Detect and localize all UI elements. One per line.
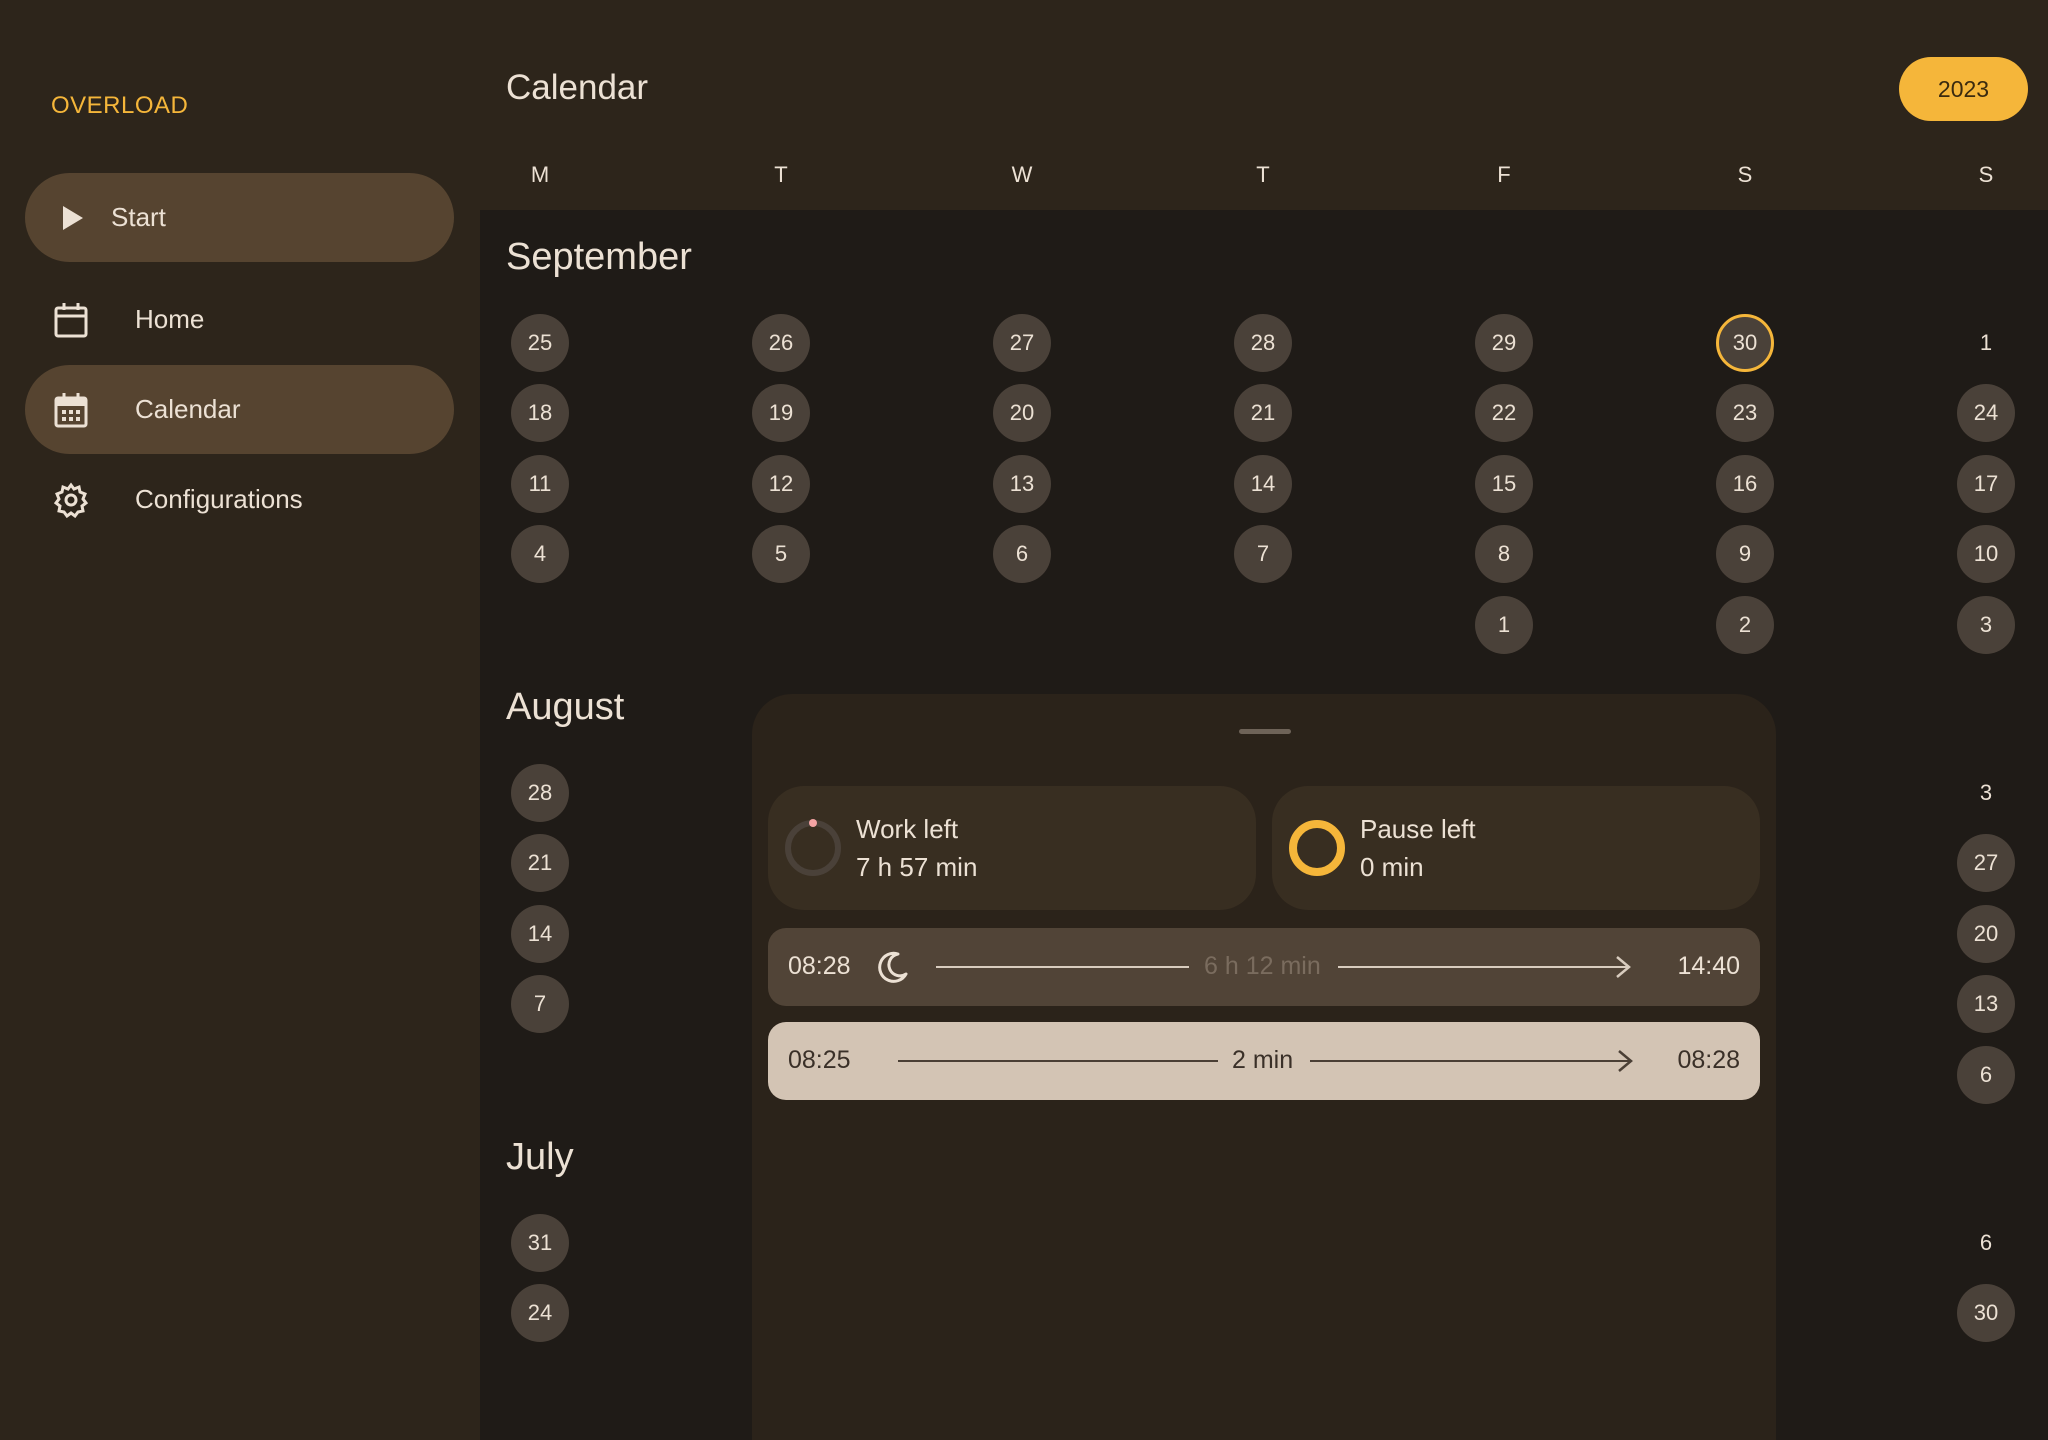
sidebar: OVERLOAD Start Home Calendar Configurati… [0, 0, 480, 1440]
start-button-label: Start [111, 202, 166, 232]
calendar-header: Calendar 2023 M T W T F S S [480, 0, 2048, 210]
sidebar-item-calendar[interactable]: Calendar [25, 365, 454, 454]
duration-line [1310, 1060, 1630, 1062]
duration-line [936, 966, 1189, 968]
day-cell[interactable]: 5 [752, 525, 810, 583]
day-cell[interactable]: 23 [1716, 384, 1774, 442]
year-selector[interactable]: 2023 [1899, 57, 2028, 121]
gear-icon [53, 482, 89, 518]
duration-line [898, 1060, 1218, 1062]
day-cell[interactable]: 26 [752, 314, 810, 372]
work-left-value: 7 h 57 min [856, 852, 978, 882]
day-cell[interactable]: 29 [1475, 314, 1533, 372]
pause-entry-start: 08:25 [788, 1046, 851, 1074]
day-cell[interactable]: 24 [511, 1284, 569, 1342]
day-cell[interactable]: 6 [993, 525, 1051, 583]
work-progress-ring-icon [785, 819, 841, 876]
day-cell[interactable]: 30 [1957, 1284, 2015, 1342]
day-cell[interactable]: 6 [1957, 1214, 2015, 1272]
day-cell[interactable]: 14 [511, 905, 569, 963]
work-entry[interactable]: 08:28 6 h 12 min 14:40 [768, 928, 1760, 1006]
day-cell[interactable]: 25 [511, 314, 569, 372]
sidebar-item-label: Home [135, 304, 205, 334]
app-brand: OVERLOAD [51, 92, 189, 119]
day-cell[interactable]: 27 [1957, 834, 2015, 892]
pause-left-title: Pause left [1360, 814, 1476, 844]
day-cell[interactable]: 21 [1234, 384, 1292, 442]
day-cell[interactable]: 27 [993, 314, 1051, 372]
calendar-filled-icon [53, 392, 89, 428]
sidebar-item-home[interactable]: Home [25, 275, 454, 364]
day-cell[interactable]: 12 [752, 455, 810, 513]
work-entry-end: 14:40 [1677, 952, 1740, 980]
work-left-card: Work left 7 h 57 min [768, 786, 1256, 910]
pause-left-value: 0 min [1360, 852, 1424, 882]
day-cell[interactable]: 15 [1475, 455, 1533, 513]
moon-icon [878, 951, 908, 983]
day-cell[interactable]: 17 [1957, 455, 2015, 513]
weekday-label: W [1011, 162, 1033, 187]
day-cell[interactable]: 28 [511, 764, 569, 822]
day-cell[interactable]: 6 [1957, 1046, 2015, 1104]
work-entry-start: 08:28 [788, 952, 851, 980]
duration-line [1338, 966, 1628, 968]
day-cell[interactable]: 7 [511, 975, 569, 1033]
day-cell[interactable]: 28 [1234, 314, 1292, 372]
day-cell[interactable]: 3 [1957, 596, 2015, 654]
day-cell[interactable]: 18 [511, 384, 569, 442]
day-cell[interactable]: 19 [752, 384, 810, 442]
pause-entry[interactable]: 08:25 2 min 08:28 [768, 1022, 1760, 1100]
day-cell[interactable]: 4 [511, 525, 569, 583]
arrow-right-icon [1616, 956, 1631, 978]
day-cell[interactable]: 3 [1957, 764, 2015, 822]
weekday-label: T [1256, 162, 1270, 187]
sidebar-item-configurations[interactable]: Configurations [25, 455, 454, 544]
pause-entry-end: 08:28 [1677, 1046, 1740, 1074]
day-cell[interactable]: 22 [1475, 384, 1533, 442]
day-cell[interactable]: 16 [1716, 455, 1774, 513]
day-cell[interactable]: 31 [511, 1214, 569, 1272]
sidebar-item-label: Configurations [135, 484, 303, 514]
weekday-label: F [1497, 162, 1511, 187]
day-cell[interactable]: 21 [511, 834, 569, 892]
day-cell[interactable]: 13 [993, 455, 1051, 513]
work-left-title: Work left [856, 814, 959, 844]
day-cell[interactable]: 9 [1716, 525, 1774, 583]
weekday-label: S [1978, 162, 1994, 187]
month-title: September [506, 236, 692, 278]
day-cell[interactable]: 20 [993, 384, 1051, 442]
weekday-label: T [774, 162, 788, 187]
day-cell[interactable]: 13 [1957, 975, 2015, 1033]
weekday-label: S [1737, 162, 1753, 187]
play-icon [63, 205, 83, 230]
arrow-right-icon [1618, 1050, 1633, 1072]
pause-entry-duration: 2 min [1232, 1046, 1294, 1074]
pause-left-card: Pause left 0 min [1272, 786, 1760, 910]
day-cell[interactable]: 1 [1957, 314, 2015, 372]
day-cell[interactable]: 10 [1957, 525, 2015, 583]
work-entry-duration: 6 h 12 min [1204, 952, 1321, 980]
day-cell[interactable]: 8 [1475, 525, 1533, 583]
day-cell[interactable]: 20 [1957, 905, 2015, 963]
day-cell[interactable]: 7 [1234, 525, 1292, 583]
day-cell[interactable]: 24 [1957, 384, 2015, 442]
page-title: Calendar [506, 68, 649, 107]
day-cell[interactable]: 2 [1716, 596, 1774, 654]
month-title: August [506, 686, 625, 728]
sidebar-item-label: Calendar [135, 394, 241, 424]
drag-handle[interactable] [1239, 729, 1291, 734]
pause-progress-ring-icon [1289, 820, 1345, 876]
day-detail-sheet[interactable]: Work left 7 h 57 min Pause left 0 min 08… [752, 694, 1776, 1440]
month-title: July [506, 1136, 574, 1178]
day-cell[interactable]: 14 [1234, 455, 1292, 513]
weekday-label: M [530, 162, 550, 187]
day-cell[interactable]: 1 [1475, 596, 1533, 654]
calendar-outline-icon [53, 302, 89, 338]
start-button[interactable]: Start [25, 173, 454, 262]
day-cell[interactable]: 30 [1716, 314, 1774, 372]
day-cell[interactable]: 11 [511, 455, 569, 513]
